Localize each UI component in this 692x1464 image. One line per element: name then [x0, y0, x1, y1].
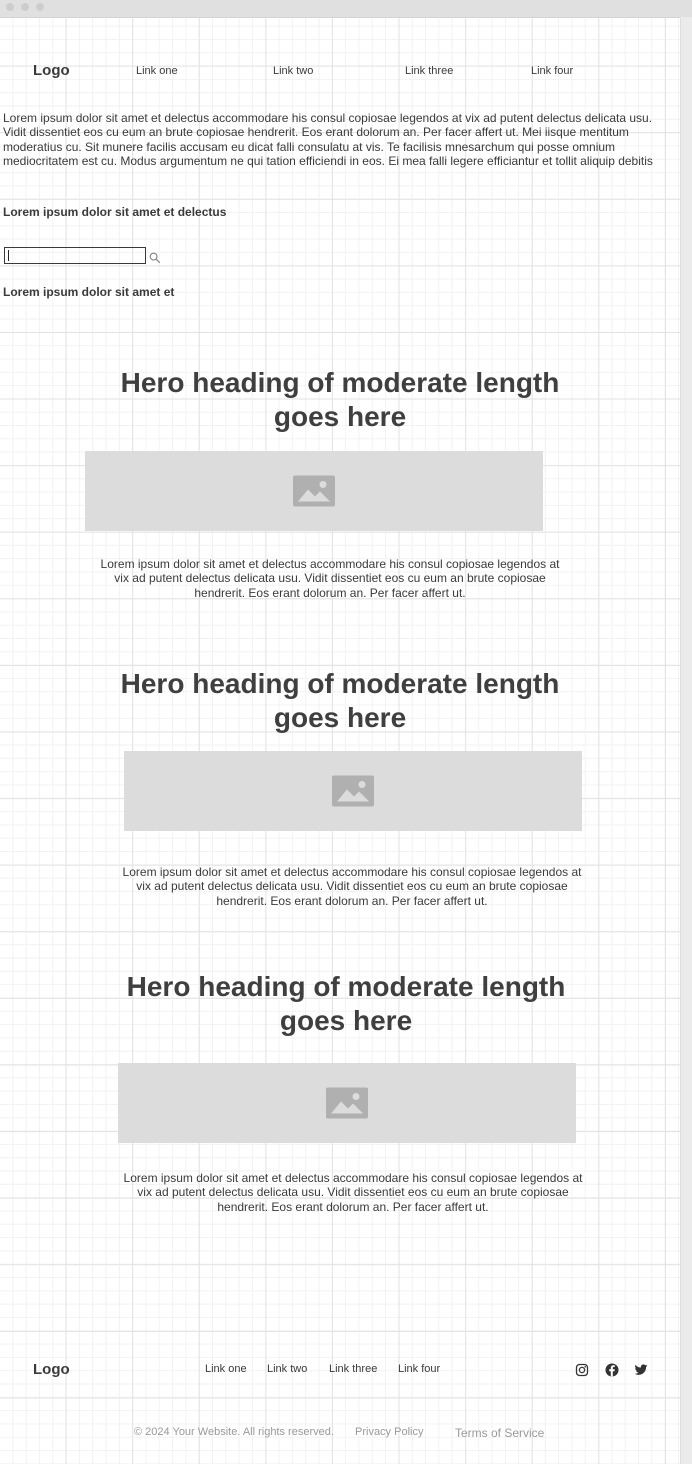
- secondary-label: Lorem ipsum dolor sit amet et: [3, 285, 175, 299]
- facebook-icon[interactable]: [605, 1363, 619, 1377]
- footer-link-one[interactable]: Link one: [205, 1363, 247, 1375]
- intro-label: Lorem ipsum dolor sit amet et delectus: [3, 205, 227, 219]
- hero-heading-2-line1: Hero heading of moderate length: [120, 668, 560, 699]
- nav-link-three[interactable]: Link three: [405, 65, 453, 77]
- window-minimize-dot[interactable]: [21, 3, 29, 11]
- hero-heading-3-line2: goes here: [279, 1005, 413, 1036]
- image-icon: [293, 475, 335, 507]
- section-2-text: Lorem ipsum dolor sit amet et delectus a…: [122, 865, 582, 908]
- search-icon[interactable]: [149, 251, 161, 264]
- window-titlebar: [0, 0, 692, 18]
- text-caret: [8, 250, 9, 261]
- window-maximize-dot[interactable]: [36, 3, 44, 11]
- vertical-scrollbar[interactable]: [680, 17, 692, 1464]
- footer-logo[interactable]: Logo: [33, 1361, 70, 1378]
- section-3-text: Lorem ipsum dolor sit amet et delectus a…: [123, 1171, 583, 1214]
- nav-link-four[interactable]: Link four: [531, 65, 573, 77]
- privacy-policy-link[interactable]: Privacy Policy: [355, 1426, 423, 1438]
- image-placeholder-3: [118, 1063, 576, 1143]
- nav-link-two[interactable]: Link two: [273, 65, 313, 77]
- image-icon: [332, 775, 374, 807]
- hero-heading-1-line2: goes here: [273, 401, 407, 432]
- image-placeholder-2: [124, 751, 582, 831]
- hero-heading-2-line2: goes here: [273, 702, 407, 733]
- header-logo[interactable]: Logo: [33, 62, 70, 79]
- hero-heading-3-line1: Hero heading of moderate length: [126, 971, 566, 1002]
- twitter-icon[interactable]: [634, 1363, 648, 1377]
- hero-heading-3: Hero heading of moderate length goes her…: [86, 970, 606, 1038]
- hero-heading-2: Hero heading of moderate length goes her…: [80, 667, 600, 735]
- section-1-text: Lorem ipsum dolor sit amet et delectus a…: [100, 557, 560, 600]
- footer-link-four[interactable]: Link four: [398, 1363, 440, 1375]
- image-icon: [326, 1087, 368, 1119]
- nav-link-one[interactable]: Link one: [136, 65, 178, 77]
- window-close-dot[interactable]: [6, 3, 14, 11]
- footer-link-two[interactable]: Link two: [267, 1363, 307, 1375]
- footer-link-three[interactable]: Link three: [329, 1363, 377, 1375]
- instagram-icon[interactable]: [575, 1363, 589, 1377]
- hero-heading-1-line1: Hero heading of moderate length: [120, 367, 560, 398]
- copyright-text: © 2024 Your Website. All rights reserved…: [134, 1426, 334, 1438]
- terms-of-service-link[interactable]: Terms of Service: [455, 1426, 544, 1440]
- image-placeholder-1: [85, 451, 543, 531]
- intro-paragraph: Lorem ipsum dolor sit amet et delectus a…: [3, 111, 653, 169]
- search-input[interactable]: [4, 247, 146, 264]
- hero-heading-1: Hero heading of moderate length goes her…: [80, 366, 600, 434]
